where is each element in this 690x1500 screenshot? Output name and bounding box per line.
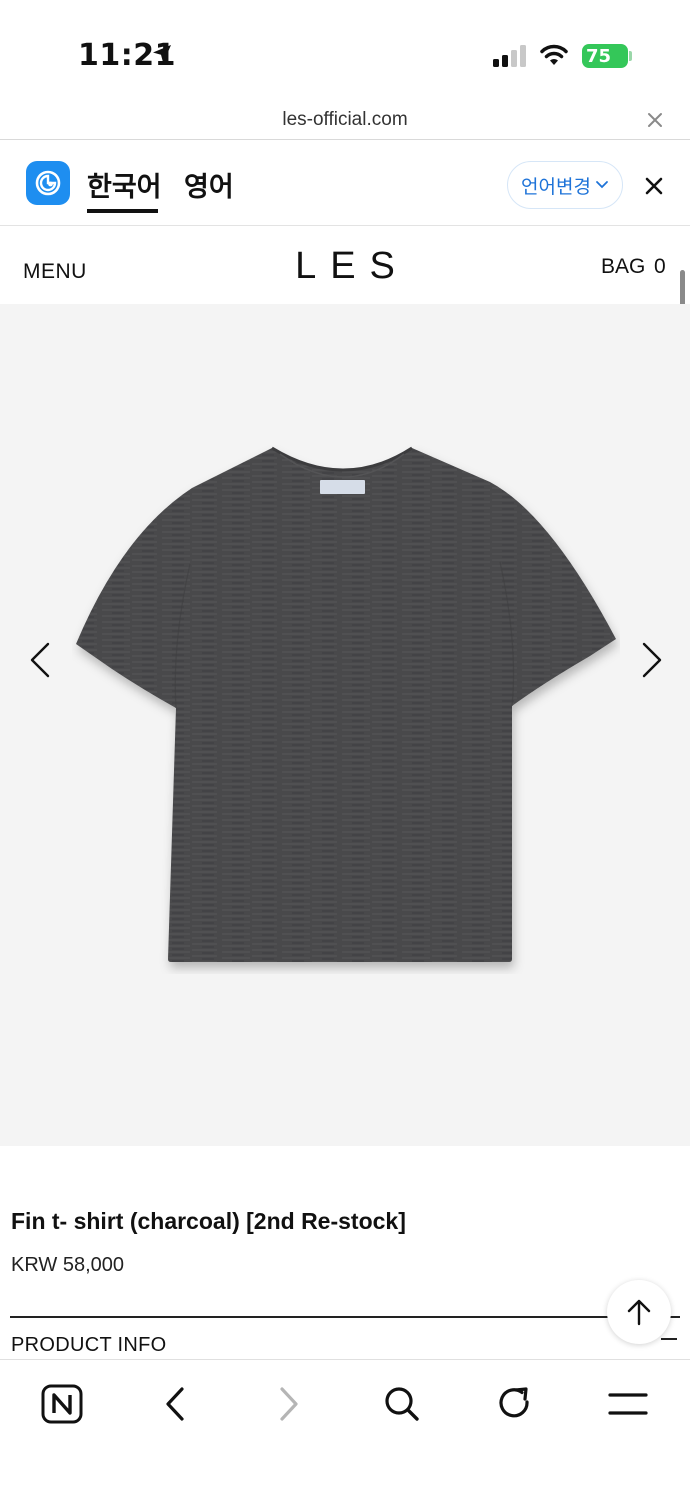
active-tab-indicator xyxy=(87,209,158,213)
translate-bar: 한국어 영어 언어변경 xyxy=(0,141,690,226)
status-bar: 11:21 75 xyxy=(0,0,690,100)
product-title: Fin t- shirt (charcoal) [2nd Re-stock] xyxy=(11,1208,406,1234)
divider xyxy=(10,1316,680,1318)
collapse-icon[interactable] xyxy=(661,1338,677,1340)
menu-icon[interactable] xyxy=(606,1382,650,1426)
browser-toolbar xyxy=(0,1359,690,1500)
product-info-toggle[interactable]: PRODUCT INFO xyxy=(11,1334,166,1357)
url-text[interactable]: les-official.com xyxy=(0,109,690,131)
reload-icon[interactable] xyxy=(493,1382,537,1426)
site-header: MENU LES BAG 0 xyxy=(0,227,690,304)
papago-logo-icon xyxy=(26,161,70,205)
url-close-icon[interactable] xyxy=(646,111,664,129)
chevron-left-icon[interactable] xyxy=(28,642,52,678)
site-logo[interactable]: LES xyxy=(0,245,690,288)
chevron-right-icon[interactable] xyxy=(640,642,664,678)
cellular-signal-icon xyxy=(493,45,526,67)
battery-icon: 75 xyxy=(582,44,628,68)
naver-home-icon[interactable] xyxy=(40,1382,84,1426)
scroll-to-top-button[interactable] xyxy=(607,1280,671,1344)
back-icon[interactable] xyxy=(153,1382,197,1426)
language-change-button[interactable]: 언어변경 xyxy=(507,161,623,209)
arrow-up-icon xyxy=(627,1299,651,1326)
battery-cap xyxy=(629,51,632,61)
url-bar[interactable]: les-official.com xyxy=(0,100,690,140)
location-arrow-icon xyxy=(153,45,171,63)
product-image xyxy=(76,446,616,962)
language-change-label: 언어변경 xyxy=(521,175,591,198)
wifi-icon xyxy=(540,44,568,65)
tab-source-language[interactable]: 한국어 xyxy=(87,165,162,204)
forward-icon[interactable] xyxy=(267,1382,311,1426)
close-icon[interactable] xyxy=(644,176,664,196)
battery-level: 75 xyxy=(586,45,612,67)
bag-count[interactable]: 0 xyxy=(654,255,666,279)
bag-button[interactable]: BAG xyxy=(601,255,645,279)
product-price: KRW 58,000 xyxy=(11,1254,125,1276)
chevron-down-icon xyxy=(596,181,608,189)
tab-target-language[interactable]: 영어 xyxy=(184,165,234,204)
search-icon[interactable] xyxy=(380,1382,424,1426)
product-gallery xyxy=(0,304,690,1146)
